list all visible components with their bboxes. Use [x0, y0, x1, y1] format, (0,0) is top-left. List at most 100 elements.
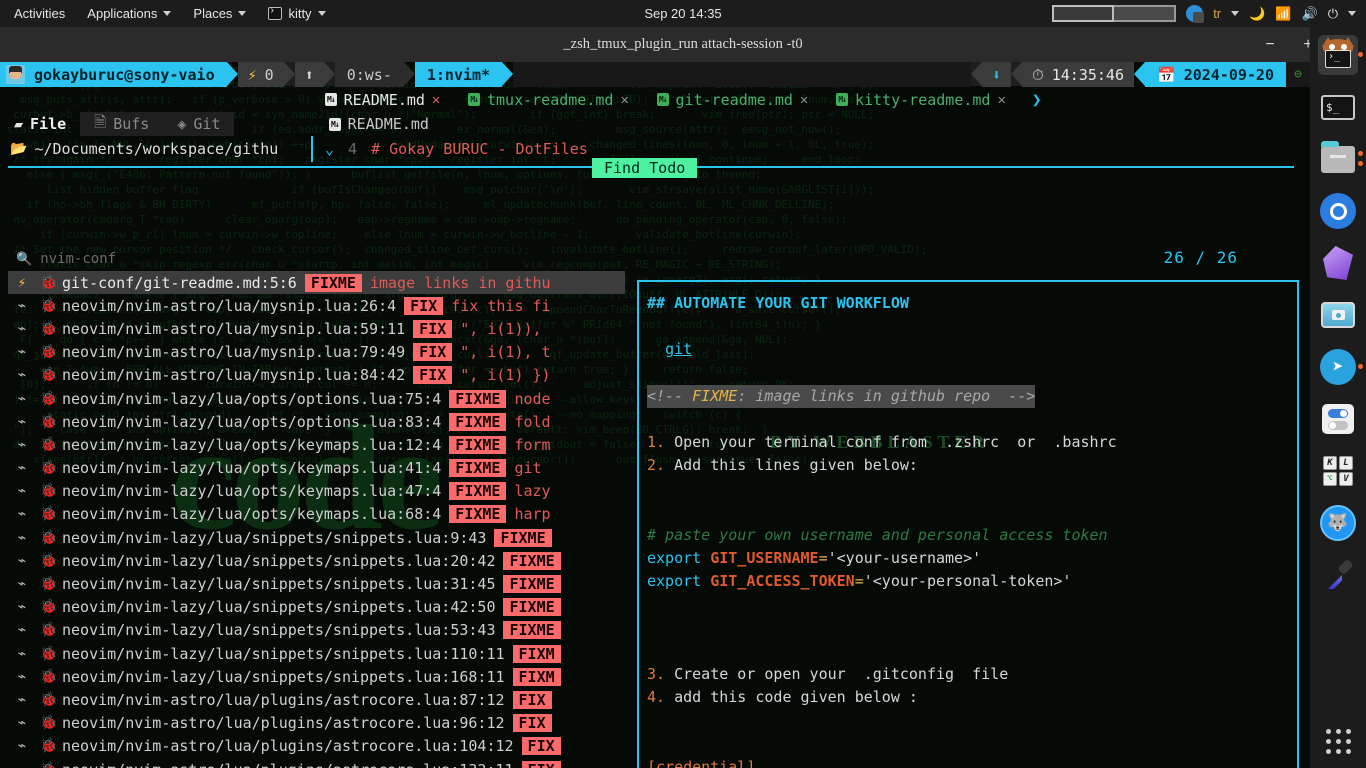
close-icon[interactable]: ✕: [800, 92, 808, 108]
plug-icon: ⌁: [17, 297, 27, 314]
close-icon[interactable]: ✕: [620, 92, 628, 108]
chevron-right-icon[interactable]: ❯: [1032, 90, 1042, 109]
bug-icon: 🐞: [40, 460, 58, 477]
md-icon: M↓: [325, 93, 337, 106]
plug-icon: ⌁: [17, 367, 27, 384]
chevron-down-icon[interactable]: [1231, 11, 1240, 16]
close-icon[interactable]: ✕: [997, 92, 1005, 108]
result-row[interactable]: ⌁ 🐞 neovim/nvim-lazy/lua/opts/options.lua:…: [8, 387, 625, 410]
result-row[interactable]: ⌁🐞neovim/nvim-astro/lua/plugins/astrocor…: [8, 688, 625, 711]
result-row[interactable]: ⌁ 🐞 neovim/nvim-astro/lua/mysnip.lua:59:11…: [8, 317, 625, 340]
dock-item-obsidian[interactable]: [1318, 243, 1358, 283]
power-icon[interactable]: ⏻: [1328, 6, 1338, 22]
neotree-root-path[interactable]: 📂 ~/Documents/workspace/githu: [0, 140, 311, 158]
dock-item-terminal[interactable]: $_: [1318, 87, 1358, 127]
result-tag: FIXME: [503, 551, 561, 570]
tmux-date-segment: 📅 2024-09-20: [1145, 62, 1286, 87]
result-row[interactable]: ⌁ 🐞 neovim/nvim-astro/lua/mysnip.lua:26:4 F…: [8, 294, 625, 317]
telescope-results-list[interactable]: ⚡ 🐞 git-conf/git-readme.md:5:6 FIXME image l…: [8, 271, 625, 768]
telescope-prompt[interactable]: 🔍 nvim-conf: [8, 248, 625, 270]
plug-icon: ⌁: [17, 576, 27, 593]
result-row[interactable]: ⌁ 🐞 neovim/nvim-astro/lua/mysnip.lua:84:42…: [8, 364, 625, 387]
neotree-tab-file[interactable]: ▰ File: [0, 112, 80, 136]
neotree-tabs: ▰ File 🗎 Bufs ◈ Git: [0, 112, 311, 136]
buffer-tab-git-readme[interactable]: M↓ git-readme.md ✕: [643, 87, 822, 112]
bug-icon: 🐞: [36, 762, 62, 768]
dock-item-keyboard-shortcuts[interactable]: K L ⌥ V: [1318, 451, 1358, 491]
result-row[interactable]: ⌁ 🐞 neovim/nvim-lazy/lua/snippets/snippets…: [8, 526, 625, 549]
fixme-keyword: FIXME: [692, 386, 738, 405]
keyboard-layout-label[interactable]: tr: [1213, 6, 1221, 21]
result-text: ", i(1), t: [460, 343, 551, 362]
dock-item-kitty[interactable]: ›_: [1318, 35, 1363, 75]
buffer-tab-kitty-readme[interactable]: M↓ kitty-readme.md ✕: [822, 87, 1020, 112]
wifi-icon[interactable]: 📶: [1275, 6, 1291, 22]
workspace-2[interactable]: [1114, 5, 1177, 22]
wolf-browser-icon: 🐺: [1320, 505, 1356, 541]
dock-item-wolf-browser[interactable]: 🐺: [1318, 503, 1358, 543]
places-menu[interactable]: Places: [182, 0, 257, 27]
telescope-preview-pane[interactable]: ## AUTOMATE YOUR GIT WORKFLOW git <!-- F…: [637, 280, 1299, 768]
buffer-tab-tmux-readme[interactable]: M↓ tmux-readme.md ✕: [454, 87, 643, 112]
workspace-switcher[interactable]: [1052, 5, 1177, 22]
dock-item-settings[interactable]: [1318, 399, 1358, 439]
chevron-down-icon[interactable]: [1348, 11, 1356, 16]
result-row[interactable]: ⌁ 🐞 neovim/nvim-lazy/lua/snippets/snippets…: [8, 549, 625, 572]
dock-item-color-picker[interactable]: [1318, 555, 1358, 595]
window-title: _zsh_tmux_plugin_run attach-session -t0: [563, 36, 803, 52]
result-row[interactable]: ⌁ 🐞 neovim/nvim-lazy/lua/opts/keymaps.lua:…: [8, 480, 625, 503]
tmux-download-segment: ⬇: [982, 62, 1012, 87]
result-row[interactable]: ⌁ 🐞 neovim/nvim-lazy/lua/opts/keymaps.lua:…: [8, 503, 625, 526]
dock-item-screenshot[interactable]: [1318, 295, 1358, 335]
result-path: neovim/nvim-lazy/lua/opts/keymaps.lua:41…: [62, 459, 442, 478]
system-tray: tr 🌙 📶 🔊 ⏻: [1052, 0, 1366, 27]
neotree-tab-bufs[interactable]: 🗎 Bufs: [80, 112, 164, 136]
result-row[interactable]: ⌁🐞neovim/nvim-astro/lua/plugins/astrocor…: [8, 735, 625, 758]
dock-item-chromium[interactable]: [1318, 191, 1358, 231]
tmux-separator: [1011, 62, 1023, 86]
bug-icon: 🐞: [40, 529, 58, 546]
result-row[interactable]: ⌁ 🐞 neovim/nvim-lazy/lua/opts/keymaps.lua:…: [8, 457, 625, 480]
git-icon: ◈: [177, 115, 187, 133]
result-row[interactable]: ⌁🐞neovim/nvim-astro/lua/plugins/astrocor…: [8, 758, 625, 768]
applications-menu[interactable]: Applications: [76, 0, 182, 27]
result-row[interactable]: ⚡ 🐞 git-conf/git-readme.md:5:6 FIXME image l…: [8, 271, 625, 295]
bug-icon: 🐞: [40, 413, 58, 430]
active-app-menu[interactable]: kitty: [257, 0, 336, 27]
chevron-down-icon[interactable]: ⌄: [325, 140, 334, 158]
buffer-tab-readme[interactable]: M↓ README.md ✕: [311, 87, 454, 112]
result-row[interactable]: ⌁ 🐞 neovim/nvim-lazy/lua/snippets/snippets…: [8, 619, 625, 642]
bug-icon: 🐞: [40, 645, 58, 662]
preview-step2: Add this lines given below:: [674, 456, 918, 475]
active-app-label: kitty: [288, 6, 312, 21]
terminal-window[interactable]: (void)vim_strncpy(buf, (char_u *)_("Patt…: [0, 62, 1310, 768]
tmux-window-1[interactable]: 1:nvim*: [414, 62, 503, 87]
files-icon: [1321, 140, 1355, 173]
result-row[interactable]: ⌁ 🐞 neovim/nvim-lazy/lua/snippets/snippets…: [8, 642, 625, 665]
result-row[interactable]: ⌁🐞neovim/nvim-astro/lua/plugins/astrocor…: [8, 712, 625, 735]
search-input[interactable]: nvim-conf: [40, 251, 116, 267]
minimize-button[interactable]: −: [1258, 33, 1282, 57]
preview-link[interactable]: git: [665, 340, 692, 358]
gnome-top-bar: Activities Applications Places kitty Sep…: [0, 0, 1366, 27]
tmux-window-0[interactable]: 0:ws-: [334, 62, 404, 87]
result-row[interactable]: ⌁ 🐞 neovim/nvim-lazy/lua/opts/keymaps.lua:…: [8, 433, 625, 456]
bug-icon: 🐞: [40, 320, 58, 337]
result-row[interactable]: ⌁ 🐞 neovim/nvim-lazy/lua/snippets/snippets…: [8, 596, 625, 619]
close-icon[interactable]: ✕: [432, 92, 440, 108]
dock-item-files[interactable]: [1318, 139, 1363, 179]
preview-val1: '<your-username>': [827, 549, 982, 568]
dock-item-telegram[interactable]: ➤: [1318, 347, 1363, 387]
result-row[interactable]: ⌁ 🐞 neovim/nvim-astro/lua/mysnip.lua:79:49…: [8, 341, 625, 364]
result-row[interactable]: ⌁ 🐞 neovim/nvim-lazy/lua/snippets/snippets…: [8, 572, 625, 595]
workspace-1[interactable]: [1052, 5, 1115, 22]
result-path: neovim/nvim-lazy/lua/snippets/snippets.l…: [62, 575, 496, 594]
app-grid-icon[interactable]: [1325, 729, 1351, 754]
neotree-tab-git[interactable]: ◈ Git: [163, 112, 235, 136]
activities-button[interactable]: Activities: [0, 0, 76, 27]
app-indicator-icon[interactable]: [1186, 5, 1205, 23]
night-light-icon[interactable]: 🌙: [1249, 6, 1265, 22]
volume-icon[interactable]: 🔊: [1302, 6, 1318, 22]
result-row[interactable]: ⌁ 🐞 neovim/nvim-lazy/lua/opts/options.lua:…: [8, 410, 625, 433]
result-row[interactable]: ⌁ 🐞 neovim/nvim-lazy/lua/snippets/snippets…: [8, 665, 625, 688]
